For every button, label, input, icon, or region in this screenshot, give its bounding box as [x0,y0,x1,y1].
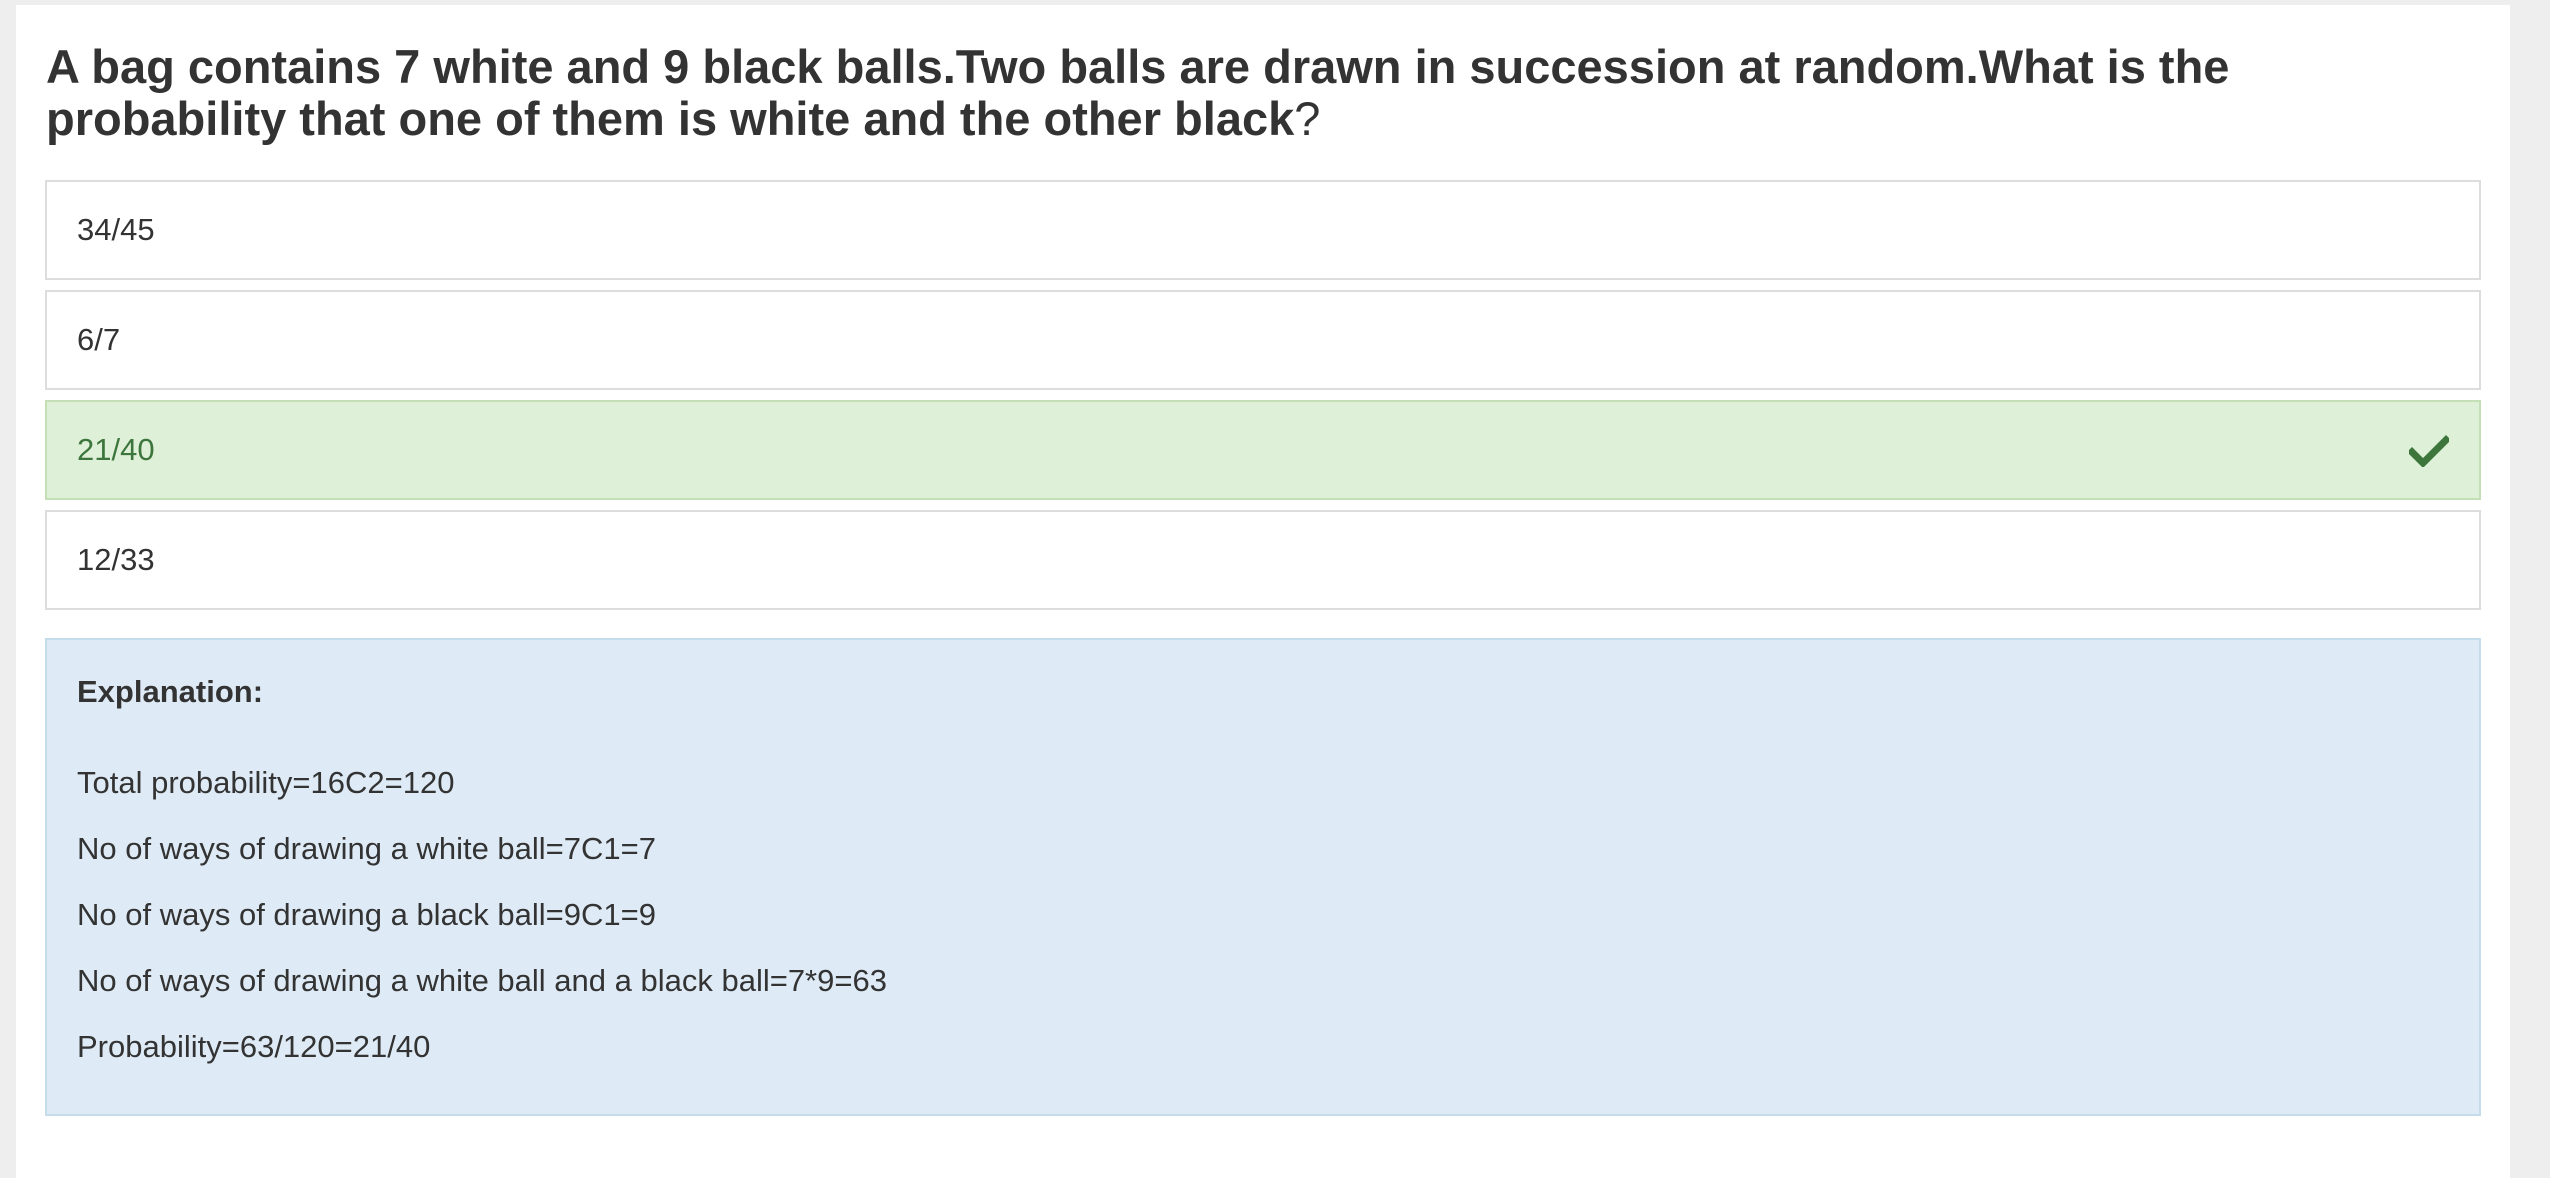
explanation-title: Explanation: [77,674,264,709]
explanation-box: Explanation: Total probability=16C2=120 … [45,638,2481,1116]
question-panel: A bag contains 7 white and 9 black balls… [16,5,2510,1178]
answer-option-2[interactable]: 6/7 [45,290,2481,390]
explanation-line: Total probability=16C2=120 [77,765,455,800]
question-title: A bag contains 7 white and 9 black balls… [46,41,2466,145]
answer-option-1[interactable]: 34/45 [45,180,2481,280]
explanation-line: Probability=63/120=21/40 [77,1029,431,1064]
answer-option-label: 21/40 [77,432,155,467]
answer-option-label: 12/33 [77,542,155,577]
explanation-line: No of ways of drawing a black ball=9C1=9 [77,897,656,932]
scrollbar-track[interactable] [2510,0,2550,1178]
answer-option-3-correct[interactable]: 21/40 [45,400,2481,500]
check-icon [2409,435,2449,467]
question-text: A bag contains 7 white and 9 black balls… [46,40,2230,145]
explanation-line: No of ways of drawing a white ball=7C1=7 [77,831,656,866]
answer-option-4[interactable]: 12/33 [45,510,2481,610]
answer-options: 34/45 6/7 21/40 12/33 [45,180,2481,620]
answer-option-label: 6/7 [77,322,121,357]
explanation-lines: Total probability=16C2=120 No of ways of… [77,765,887,1095]
explanation-line: No of ways of drawing a white ball and a… [77,963,887,998]
page: { "question": { "text": "A bag contains … [0,0,2550,1178]
question-mark: ? [1294,92,1321,145]
answer-option-label: 34/45 [77,212,155,247]
